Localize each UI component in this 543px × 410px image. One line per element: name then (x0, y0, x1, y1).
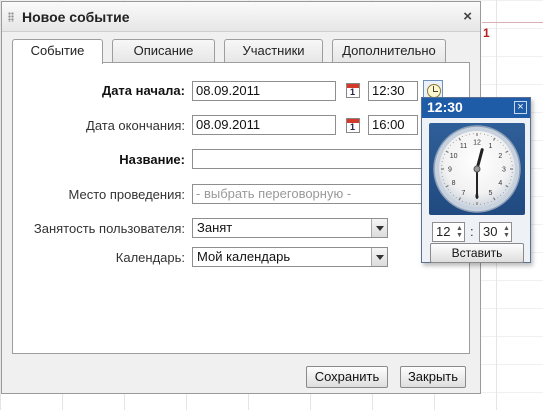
close-button[interactable]: Закрыть (400, 366, 466, 388)
end-date-input[interactable]: 08.09.2011 (192, 115, 336, 135)
stepper-arrows-icon[interactable]: ▲ ▼ (456, 225, 463, 239)
time-picker-popup: 12:30 × 121234567891011 12 ▲▼ : 30 ▲▼ (421, 97, 531, 263)
clock-face[interactable]: 121234567891011 (429, 123, 525, 215)
calendar-select[interactable]: Мой календарь (192, 247, 388, 267)
time-picker-title: 12:30 (427, 99, 463, 115)
start-date-input[interactable]: 08.09.2011 (192, 81, 336, 101)
clock-number: 10 (450, 153, 458, 160)
chevron-down-icon[interactable] (371, 219, 387, 237)
time-separator: : (470, 224, 474, 239)
clock-face-panel: 121234567891011 (429, 123, 525, 215)
busy-label: Занятость пользователя: (33, 221, 185, 236)
calendar-select-value: Мой календарь (197, 249, 291, 264)
hours-stepper[interactable]: 12 ▲ ▼ (432, 222, 465, 242)
clock-number: 7 (462, 190, 466, 197)
clock-number: 9 (448, 167, 452, 174)
clock-number: 5 (489, 190, 493, 197)
calendar-icon-number: 1 (350, 122, 356, 132)
clock-number: 12 (473, 140, 481, 147)
busy-select-value: Занят (197, 220, 233, 235)
drag-grip-icon[interactable] (8, 12, 14, 22)
dialog-title: Новое событие (22, 9, 130, 25)
close-icon[interactable]: × (514, 101, 527, 114)
stepper-arrows-icon[interactable]: ▲ ▼ (503, 225, 510, 239)
end-time-input[interactable]: 16:00 (368, 115, 418, 135)
title-input[interactable] (192, 149, 426, 169)
clock-number: 11 (460, 143, 467, 150)
clock-center-pin (473, 165, 481, 173)
hours-value: 12 (436, 224, 451, 239)
new-event-dialog: Новое событие × Событие Описание Участни… (1, 1, 481, 394)
clock-number: 2 (498, 153, 502, 160)
calendar-label: Календарь: (115, 250, 185, 265)
time-picker-header: 12:30 × (422, 98, 530, 118)
clock-number: 4 (498, 180, 502, 187)
tab-additional[interactable]: Дополнительно (332, 39, 446, 63)
end-date-label: Дата окончания: (86, 118, 185, 133)
calendar-icon[interactable]: 1 (346, 118, 360, 133)
clock-number: 8 (452, 180, 456, 187)
close-icon[interactable]: × (463, 8, 472, 25)
event-tab-panel: Дата начала: 08.09.2011 1 12:30 Дата око… (12, 62, 470, 354)
tab-event[interactable]: Событие (12, 39, 103, 64)
calendar-icon-number: 1 (350, 87, 356, 97)
calendar-icon[interactable]: 1 (346, 83, 360, 98)
place-label: Место проведения: (68, 187, 185, 202)
start-date-label: Дата начала: (101, 83, 185, 98)
clock-number: 1 (489, 143, 493, 150)
chevron-down-icon[interactable] (371, 248, 387, 266)
dialog-titlebar[interactable]: Новое событие × (2, 2, 480, 32)
insert-button[interactable]: Вставить (430, 243, 524, 263)
minutes-stepper[interactable]: 30 ▲ ▼ (479, 222, 512, 242)
minutes-value: 30 (483, 224, 498, 239)
clock-number: 3 (502, 167, 506, 174)
place-input[interactable]: - выбрать переговорную - (192, 184, 426, 204)
save-button[interactable]: Сохранить (306, 366, 388, 388)
title-label: Название: (119, 152, 185, 167)
busy-select[interactable]: Занят (192, 218, 388, 238)
tab-description[interactable]: Описание (112, 39, 215, 63)
tab-participants[interactable]: Участники (224, 39, 323, 63)
today-marker (482, 22, 543, 32)
calendar-day-number: 1 (483, 26, 490, 40)
start-time-input[interactable]: 12:30 (368, 81, 418, 101)
